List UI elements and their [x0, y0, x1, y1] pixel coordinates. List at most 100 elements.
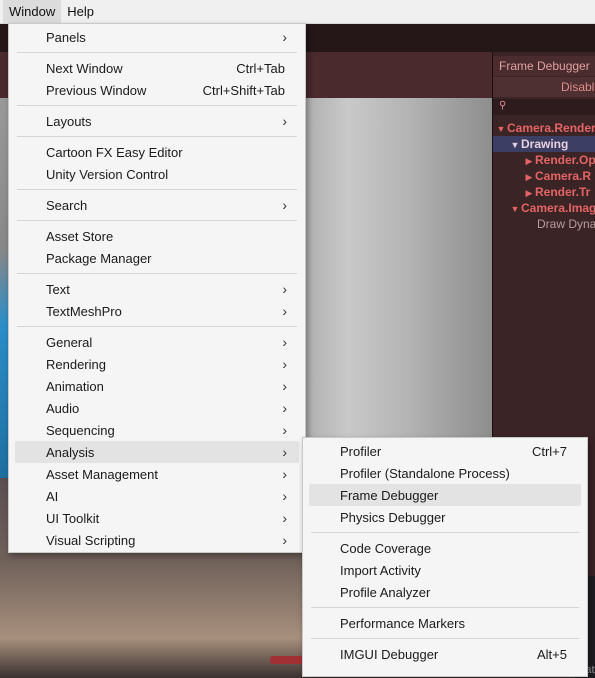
chevron-right-icon: › [282, 29, 287, 45]
menu-separator [17, 220, 297, 221]
menu-separator [17, 52, 297, 53]
menu-item-shortcut: Alt+5 [537, 646, 567, 662]
frame-debugger-search[interactable]: ⚲ [493, 99, 595, 115]
menu-item-general[interactable]: General › [15, 331, 299, 353]
menu-item-label: Sequencing [46, 422, 115, 438]
menu-item-label: IMGUI Debugger [340, 646, 439, 662]
menu-item-layouts[interactable]: Layouts › [15, 110, 299, 132]
tree-item-camera-image-effects[interactable]: ▼ Camera.Imag [493, 200, 595, 216]
menu-item-label: Profile Analyzer [340, 584, 431, 600]
menu-item-profiler-standalone[interactable]: Profiler (Standalone Process) [309, 462, 581, 484]
expanded-triangle-icon[interactable]: ▼ [509, 137, 521, 152]
menu-item-profiler[interactable]: Profiler Ctrl+7 [309, 440, 581, 462]
menu-item-label: Asset Management [46, 466, 159, 482]
expanded-triangle-icon[interactable]: ▼ [509, 201, 521, 216]
tree-item-draw-dynamic[interactable]: Draw Dyna [493, 216, 595, 232]
menu-item-asset-management[interactable]: Asset Management › [15, 463, 299, 485]
chevron-right-icon: › [282, 334, 287, 350]
chevron-right-icon: › [282, 356, 287, 372]
menu-item-label: Previous Window [46, 82, 147, 98]
menu-item-label: AI [46, 488, 59, 504]
menu-item-audio[interactable]: Audio › [15, 397, 299, 419]
menu-item-search[interactable]: Search › [15, 194, 299, 216]
menu-item-label: Profiler (Standalone Process) [340, 465, 510, 481]
menu-item-sequencing[interactable]: Sequencing › [15, 419, 299, 441]
menu-item-label: Layouts [46, 113, 92, 129]
menu-item-shortcut: Ctrl+Tab [236, 60, 285, 76]
collapsed-triangle-icon[interactable]: ▶ [523, 153, 535, 168]
disable-button[interactable]: Disable [493, 77, 595, 97]
menu-item-profile-analyzer[interactable]: Profile Analyzer [309, 581, 581, 603]
menu-separator [311, 638, 579, 639]
tree-item-label: Draw Dyna [537, 217, 595, 231]
menu-bar: Window Help [0, 0, 595, 24]
menu-item-label: Next Window [46, 60, 123, 76]
menu-item-asset-store[interactable]: Asset Store [15, 225, 299, 247]
collapsed-triangle-icon[interactable]: ▶ [523, 169, 535, 184]
tree-item-drawing[interactable]: ▼ Drawing [493, 136, 595, 152]
menu-item-previous-window[interactable]: Previous Window Ctrl+Shift+Tab [15, 79, 299, 101]
menu-item-shortcut: Ctrl+Shift+Tab [202, 82, 285, 98]
menu-item-shortcut: Ctrl+7 [531, 443, 567, 459]
menu-window[interactable]: Window [3, 0, 62, 23]
frame-debugger-title[interactable]: Frame Debugger [493, 56, 595, 76]
menu-item-textmeshpro[interactable]: TextMeshPro › [15, 300, 299, 322]
chevron-right-icon: › [282, 378, 287, 394]
search-icon: ⚲ [499, 100, 507, 111]
menu-item-text[interactable]: Text › [15, 278, 299, 300]
chevron-right-icon: › [282, 281, 287, 297]
menu-item-label: Rendering [46, 356, 106, 372]
analysis-submenu: Profiler Ctrl+7 Profiler (Standalone Proc… [302, 437, 588, 677]
menu-item-code-coverage[interactable]: Code Coverage [309, 537, 581, 559]
tree-item-label: Render.Tr [535, 185, 591, 199]
menu-separator [17, 189, 297, 190]
menu-item-label: Animation [46, 378, 104, 394]
chevron-right-icon: › [282, 488, 287, 504]
chevron-right-icon: › [282, 422, 287, 438]
tree-item-label: Render.Op [535, 153, 595, 167]
menu-item-label: Performance Markers [340, 615, 465, 631]
chevron-right-icon: › [282, 444, 287, 460]
menu-item-label: TextMeshPro [46, 303, 122, 319]
tree-item-camera-render-skybox[interactable]: ▶ Camera.R [493, 168, 595, 184]
menu-item-label: Audio [46, 400, 80, 416]
menu-item-label: Asset Store [46, 228, 114, 244]
tree-item-render-opaque[interactable]: ▶ Render.Op [493, 152, 595, 168]
tree-item-label: Camera.Render [507, 121, 595, 135]
menu-item-label: Unity Version Control [46, 166, 169, 182]
menu-separator [17, 273, 297, 274]
menu-item-label: Search [46, 197, 88, 213]
window-menu: Panels › Next Window Ctrl+Tab Previous Win… [8, 23, 306, 553]
menu-item-rendering[interactable]: Rendering › [15, 353, 299, 375]
menu-item-ai[interactable]: AI › [15, 485, 299, 507]
menu-item-imgui-debugger[interactable]: IMGUI Debugger Alt+5 [309, 643, 581, 665]
menu-help[interactable]: Help [61, 0, 100, 23]
menu-item-label: Frame Debugger [340, 487, 439, 503]
tree-item-label: Drawing [521, 137, 569, 151]
frame-debugger-tree: ▼ Camera.Render ▼ Drawing ▶ Render.Op ▶ Came… [493, 120, 595, 232]
menu-item-label: General [46, 334, 93, 350]
menu-item-label: Cartoon FX Easy Editor [46, 144, 183, 160]
tree-item-camera-render[interactable]: ▼ Camera.Render [493, 120, 595, 136]
menu-item-animation[interactable]: Animation › [15, 375, 299, 397]
menu-item-next-window[interactable]: Next Window Ctrl+Tab [15, 57, 299, 79]
tree-item-render-transparent[interactable]: ▶ Render.Tr [493, 184, 595, 200]
menu-item-visual-scripting[interactable]: Visual Scripting › [15, 529, 299, 551]
menu-separator [311, 532, 579, 533]
menu-item-import-activity[interactable]: Import Activity [309, 559, 581, 581]
expanded-triangle-icon[interactable]: ▼ [495, 121, 507, 136]
menu-item-label: UI Toolkit [46, 510, 100, 526]
menu-separator [17, 326, 297, 327]
menu-item-analysis[interactable]: Analysis › [15, 441, 299, 463]
menu-item-ui-toolkit[interactable]: UI Toolkit › [15, 507, 299, 529]
menu-item-performance-markers[interactable]: Performance Markers [309, 612, 581, 634]
menu-item-cartoon-fx-easy-editor[interactable]: Cartoon FX Easy Editor [15, 141, 299, 163]
menu-item-package-manager[interactable]: Package Manager [15, 247, 299, 269]
collapsed-triangle-icon[interactable]: ▶ [523, 185, 535, 200]
menu-item-panels[interactable]: Panels › [15, 26, 299, 48]
tree-item-label: Camera.R [535, 169, 592, 183]
menu-item-label: Profiler [340, 443, 382, 459]
menu-item-physics-debugger[interactable]: Physics Debugger [309, 506, 581, 528]
menu-item-unity-version-control[interactable]: Unity Version Control [15, 163, 299, 185]
menu-item-frame-debugger[interactable]: Frame Debugger [309, 484, 581, 506]
